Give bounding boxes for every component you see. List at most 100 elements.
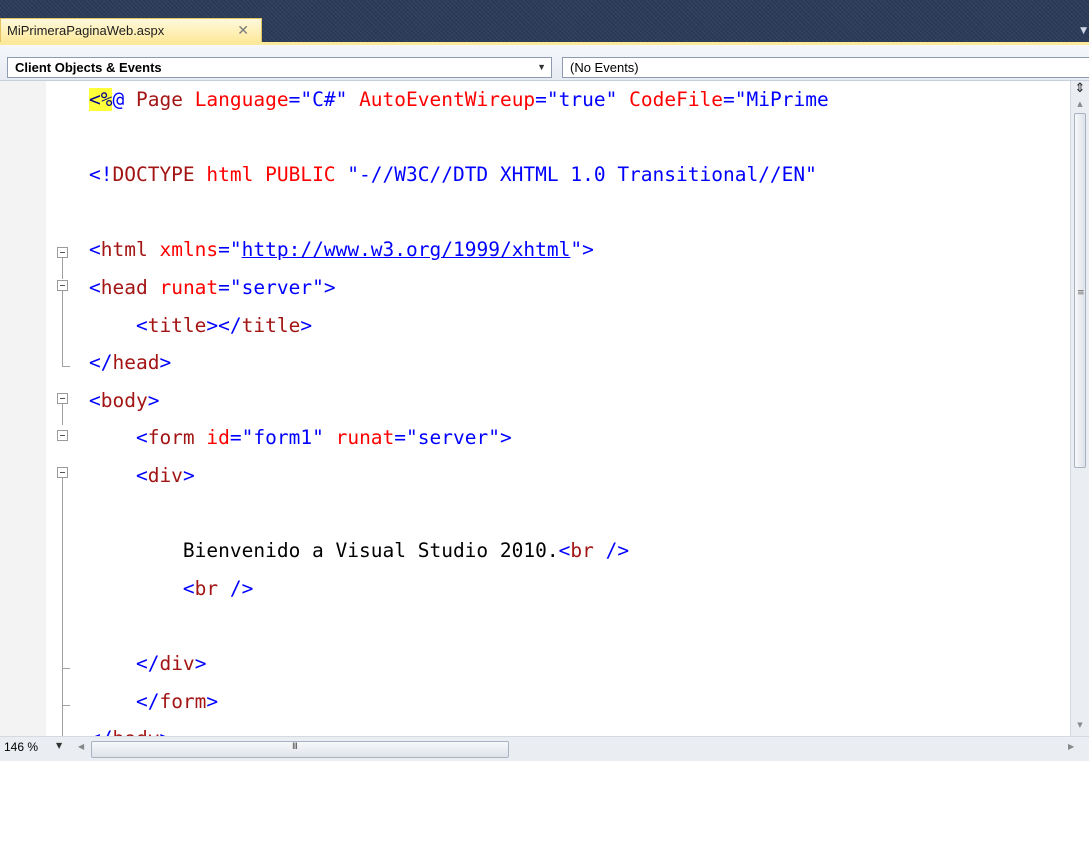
- code-line[interactable]: [89, 607, 829, 645]
- zoom-dropdown-icon[interactable]: ▼: [56, 741, 62, 750]
- code-line[interactable]: Bienvenido a Visual Studio 2010.<br />: [89, 532, 829, 570]
- code-token: CodeFile: [617, 88, 724, 111]
- code-token: <!: [89, 163, 113, 187]
- code-token: <: [89, 313, 148, 337]
- code-token: title: [241, 313, 301, 337]
- code-token: =: [394, 426, 407, 450]
- code-token: AutoEventWireup: [347, 88, 536, 111]
- code-token: form: [159, 689, 207, 713]
- collapse-form-icon[interactable]: [57, 430, 68, 441]
- code-line[interactable]: [89, 495, 829, 533]
- code-line[interactable]: [89, 194, 829, 232]
- outline-guide: [62, 705, 70, 706]
- code-token: http://www.w3.org/1999/xhtml: [241, 238, 571, 262]
- code-line[interactable]: [89, 119, 829, 157]
- code-text[interactable]: <%@ Page Language="C#" AutoEventWireup="…: [89, 81, 829, 736]
- collapse-html-icon[interactable]: [57, 247, 68, 258]
- grip-icon: ≡: [1077, 288, 1085, 298]
- code-line[interactable]: <head runat="server">: [89, 269, 829, 307]
- collapse-div-icon[interactable]: [57, 467, 68, 478]
- code-token: <: [89, 576, 195, 600]
- chevron-down-icon[interactable]: ▼: [537, 62, 546, 72]
- client-objects-combo[interactable]: Client Objects & Events ▼: [7, 57, 552, 78]
- collapse-body-icon[interactable]: [57, 393, 68, 404]
- code-token: </: [89, 351, 113, 375]
- outline-guide: [62, 291, 63, 366]
- code-line[interactable]: <title></title>: [89, 307, 829, 345]
- code-token: >: [159, 727, 171, 736]
- scroll-down-icon[interactable]: ▼: [1071, 721, 1089, 729]
- code-token: body: [112, 727, 159, 736]
- collapse-head-icon[interactable]: [57, 280, 68, 291]
- code-token: "-//W3C//DTD XHTML 1.0 Transitional//EN": [347, 163, 817, 187]
- close-tab-icon[interactable]: ✕: [237, 22, 249, 38]
- code-token: div: [147, 463, 183, 487]
- code-token: "form1": [241, 426, 324, 450]
- code-token: >: [499, 426, 512, 450]
- document-tab-mipaginaweb[interactable]: MiPrimeraPaginaWeb.aspx ✕: [0, 18, 262, 42]
- outline-guide: [62, 366, 70, 367]
- zoom-level[interactable]: 146 %: [4, 740, 52, 757]
- code-token: runat: [147, 275, 219, 299]
- code-line[interactable]: <%@ Page Language="C#" AutoEventWireup="…: [89, 81, 829, 119]
- code-token: </: [89, 651, 160, 675]
- client-objects-combo-value: Client Objects & Events: [15, 60, 162, 75]
- code-line[interactable]: <form id="form1" runat="server">: [89, 419, 829, 457]
- code-token: >: [182, 463, 195, 487]
- scroll-left-icon[interactable]: ◀: [78, 742, 84, 751]
- outline-guide: [62, 404, 63, 425]
- code-token: <: [558, 539, 571, 563]
- code-token: head: [100, 275, 148, 299]
- code-token: <: [89, 238, 101, 262]
- code-token: </: [89, 727, 112, 736]
- events-combo-value: (No Events): [570, 60, 639, 75]
- horizontal-scroll-thumb[interactable]: III: [91, 741, 509, 758]
- code-token: </: [89, 689, 160, 713]
- code-line[interactable]: </div>: [89, 645, 829, 683]
- code-token: <: [89, 275, 101, 299]
- code-token: @: [112, 88, 125, 111]
- code-line[interactable]: </form>: [89, 683, 829, 721]
- code-token: div: [159, 651, 195, 675]
- code-token: Bienvenido a Visual Studio 2010.: [89, 539, 559, 563]
- code-line[interactable]: </head>: [89, 344, 829, 382]
- tab-dropdown-icon[interactable]: ▼: [1080, 26, 1087, 36]
- code-token: form: [147, 426, 195, 450]
- split-window-icon[interactable]: ⇕: [1071, 81, 1089, 97]
- grip-icon: III: [292, 742, 298, 752]
- code-token: Page: [124, 88, 195, 111]
- code-token: >: [323, 275, 336, 299]
- scroll-right-icon[interactable]: ▶: [1068, 742, 1074, 751]
- navigation-bar: Client Objects & Events ▼ (No Events): [0, 45, 1089, 81]
- code-editor[interactable]: <%@ Page Language="C#" AutoEventWireup="…: [0, 81, 1070, 736]
- code-token: runat: [323, 426, 395, 450]
- code-token: html: [100, 238, 148, 262]
- code-token: =: [218, 275, 230, 299]
- scroll-up-icon[interactable]: ▲: [1071, 100, 1089, 108]
- code-token: >: [300, 313, 313, 337]
- code-token: >: [582, 238, 594, 262]
- code-token: />: [218, 576, 254, 600]
- code-token: "true": [546, 88, 618, 111]
- code-token: ": [570, 238, 583, 262]
- code-token: <: [89, 426, 148, 450]
- vertical-scroll-thumb[interactable]: ≡: [1074, 113, 1086, 468]
- code-token: ></: [206, 313, 242, 337]
- code-token: <: [89, 463, 148, 487]
- code-token: "server": [406, 426, 500, 450]
- document-tab-title: MiPrimeraPaginaWeb.aspx: [7, 23, 165, 38]
- code-line[interactable]: <html xmlns="http://www.w3.org/1999/xhtm…: [89, 231, 829, 269]
- code-token: >: [194, 651, 207, 675]
- vertical-scrollbar[interactable]: ⇕ ▲ ≡ ▼: [1070, 81, 1089, 736]
- events-combo[interactable]: (No Events): [562, 57, 1089, 78]
- outline-guide: [62, 258, 63, 279]
- code-token: "C#": [300, 88, 348, 111]
- code-line[interactable]: <!DOCTYPE html PUBLIC "-//W3C//DTD XHTML…: [89, 156, 829, 194]
- code-line[interactable]: <br />: [89, 570, 829, 608]
- code-token: br: [570, 539, 594, 563]
- code-token: />: [593, 539, 630, 563]
- horizontal-scrollbar[interactable]: 146 % ▼ ◀ III ▶: [0, 736, 1089, 761]
- code-line[interactable]: <div>: [89, 457, 829, 495]
- code-line[interactable]: <body>: [89, 382, 829, 420]
- code-line[interactable]: </body>: [89, 720, 829, 736]
